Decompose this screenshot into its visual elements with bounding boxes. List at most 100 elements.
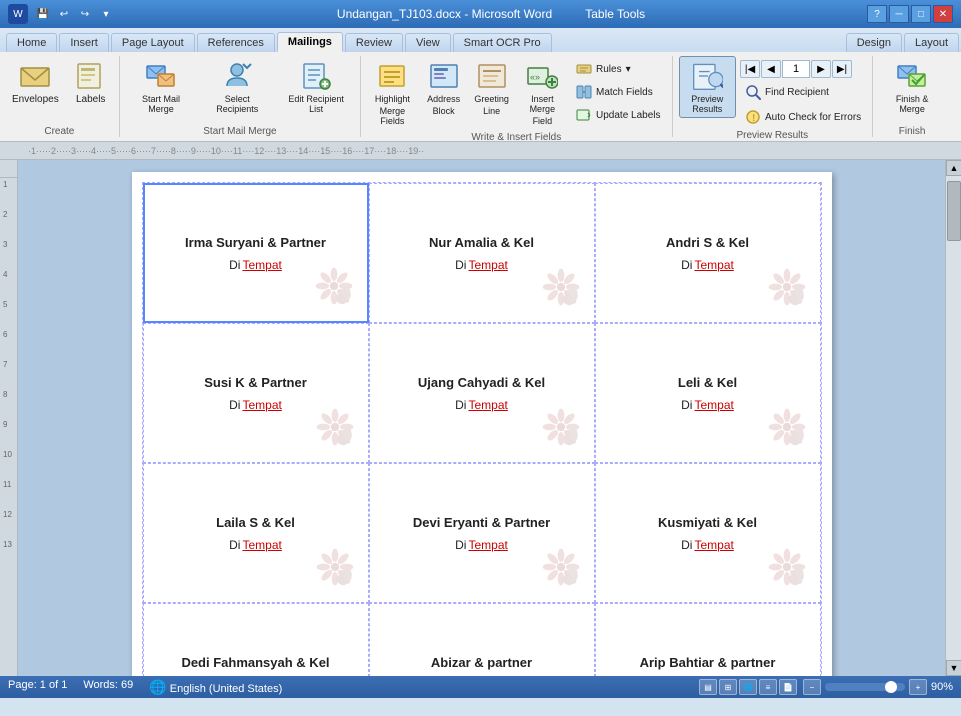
vertical-scrollbar[interactable]: ▲ ▼	[945, 160, 961, 676]
edit-recipient-list-icon	[300, 60, 332, 92]
status-left: Page: 1 of 1 Words: 69 🌐 English (United…	[8, 679, 282, 696]
qa-dropdown-btn[interactable]: ▾	[97, 5, 115, 23]
write-insert-items: Highlight Merge Fields Address Block Gre…	[367, 56, 665, 130]
scroll-thumb[interactable]	[947, 181, 961, 241]
greeting-line-button[interactable]: Greeting Line	[470, 56, 514, 120]
minimize-btn[interactable]: ─	[889, 5, 909, 23]
tempat-text: Tempat	[242, 258, 281, 272]
tab-home[interactable]: Home	[6, 33, 57, 52]
di-text: Di	[455, 398, 466, 412]
recipient-name: Laila S & Kel	[216, 515, 295, 530]
labels-button[interactable]: Labels	[69, 56, 113, 109]
preview-results-group: Preview Results |◀ ◀ ▶ ▶| Find Recipient…	[679, 56, 874, 137]
address-block-button[interactable]: Address Block	[422, 56, 466, 120]
tab-insert[interactable]: Insert	[59, 33, 109, 52]
find-recipient-button[interactable]: Find Recipient	[740, 81, 866, 103]
recipient-name: Ujang Cahyadi & Kel	[418, 375, 545, 390]
print-layout-btn[interactable]: ▤	[699, 679, 717, 695]
zoom-thumb[interactable]	[885, 681, 897, 693]
edit-recipient-list-button[interactable]: Edit Recipient List	[278, 56, 354, 118]
zoom-controls: − + 90%	[803, 679, 953, 695]
preview-results-button[interactable]: Preview Results	[679, 56, 736, 118]
greeting-line-icon	[476, 60, 508, 92]
tab-mailings[interactable]: Mailings	[277, 32, 343, 52]
save-qa-btn[interactable]: 💾	[34, 5, 52, 23]
flower-decoration	[310, 402, 360, 452]
select-recipients-button[interactable]: Select Recipients	[200, 56, 274, 118]
maximize-btn[interactable]: □	[911, 5, 931, 23]
scroll-down-arrow[interactable]: ▼	[946, 660, 961, 676]
match-fields-button[interactable]: Match Fields	[571, 81, 666, 103]
redo-qa-btn[interactable]: ↪	[76, 5, 94, 23]
web-layout-btn[interactable]: 🌐	[739, 679, 757, 695]
highlight-merge-fields-button[interactable]: Highlight Merge Fields	[367, 56, 417, 130]
update-labels-button[interactable]: Update Labels	[571, 104, 666, 126]
nav-page-input[interactable]	[782, 60, 810, 78]
tab-references[interactable]: References	[197, 33, 275, 52]
start-mail-merge-label: Start Mail Merge	[126, 126, 354, 137]
nav-first-button[interactable]: |◀	[740, 60, 760, 78]
page-status: Page: 1 of 1	[8, 679, 67, 696]
recipient-name: Leli & Kel	[678, 375, 737, 390]
envelopes-button[interactable]: Envelopes	[6, 56, 65, 109]
nav-buttons: |◀ ◀ ▶ ▶|	[740, 60, 866, 78]
recipient-name: Andri S & Kel	[666, 235, 749, 250]
undo-qa-btn[interactable]: ↩	[55, 5, 73, 23]
window-controls[interactable]: ? ─ □ ✕	[867, 5, 953, 23]
nav-prev-button[interactable]: ◀	[761, 60, 781, 78]
label-cell: Laila S & Kel Di Tempat	[143, 463, 369, 603]
finish-group: Finish & Merge Finish	[879, 56, 951, 137]
zoom-slider[interactable]	[825, 683, 905, 691]
auto-check-errors-button[interactable]: ! Auto Check for Errors	[740, 106, 866, 128]
tempat-text: Tempat	[694, 538, 733, 552]
svg-text:«»: «»	[530, 72, 540, 82]
di-text: Di	[455, 258, 466, 272]
view-buttons[interactable]: ▤ ⊞ 🌐 ≡ 📄	[699, 679, 797, 695]
tab-page-layout[interactable]: Page Layout	[111, 33, 195, 52]
location-line: Di Tempat	[681, 258, 734, 272]
zoom-out-btn[interactable]: −	[803, 679, 821, 695]
nav-last-button[interactable]: ▶|	[832, 60, 852, 78]
word-app-icon: W	[8, 4, 28, 24]
outline-btn[interactable]: ≡	[759, 679, 777, 695]
rules-button[interactable]: Rules ▾	[571, 58, 666, 80]
ribbon-tab-bar: Home Insert Page Layout References Maili…	[0, 28, 961, 52]
find-recipient-icon	[745, 84, 761, 100]
tab-review[interactable]: Review	[345, 33, 403, 52]
preview-results-icon	[691, 60, 723, 92]
nav-next-button[interactable]: ▶	[811, 60, 831, 78]
full-screen-btn[interactable]: ⊞	[719, 679, 737, 695]
tempat-text: Tempat	[694, 258, 733, 272]
words-status: Words: 69	[83, 679, 133, 696]
location-line: Di Tempat	[229, 258, 282, 272]
recipient-name: Arip Bahtiar & partner	[640, 655, 776, 670]
tab-smart-ocr[interactable]: Smart OCR Pro	[453, 33, 552, 52]
di-text: Di	[229, 398, 240, 412]
tempat-text: Tempat	[468, 258, 507, 272]
address-block-icon	[428, 60, 460, 92]
start-mail-merge-button[interactable]: Start Mail Merge	[126, 56, 197, 118]
close-btn[interactable]: ✕	[933, 5, 953, 23]
recipient-name: Devi Eryanti & Partner	[413, 515, 550, 530]
draft-btn[interactable]: 📄	[779, 679, 797, 695]
help-btn[interactable]: ?	[867, 5, 887, 23]
location-line: Di Tempat	[455, 398, 508, 412]
finish-merge-icon	[896, 60, 928, 92]
insert-merge-field-button[interactable]: «» Insert Merge Field	[518, 56, 567, 130]
location-line: Di Tempat	[229, 398, 282, 412]
scroll-track[interactable]	[946, 176, 961, 660]
tab-design[interactable]: Design	[846, 33, 902, 52]
zoom-in-btn[interactable]: +	[909, 679, 927, 695]
flower-decoration	[536, 542, 586, 592]
finish-merge-button[interactable]: Finish & Merge	[879, 56, 945, 118]
tab-view[interactable]: View	[405, 33, 451, 52]
tempat-text: Tempat	[468, 538, 507, 552]
location-line: Di Tempat	[681, 398, 734, 412]
recipient-name: Nur Amalia & Kel	[429, 235, 534, 250]
start-mail-merge-group: Start Mail Merge Select Recipients Edit …	[126, 56, 361, 137]
scroll-up-arrow[interactable]: ▲	[946, 160, 961, 176]
tab-layout[interactable]: Layout	[904, 33, 959, 52]
label-cell: Leli & Kel Di Tempat	[595, 323, 821, 463]
horizontal-ruler: ·1·····2·····3·····4·····5·····6·····7··…	[0, 142, 961, 160]
di-text: Di	[681, 258, 692, 272]
